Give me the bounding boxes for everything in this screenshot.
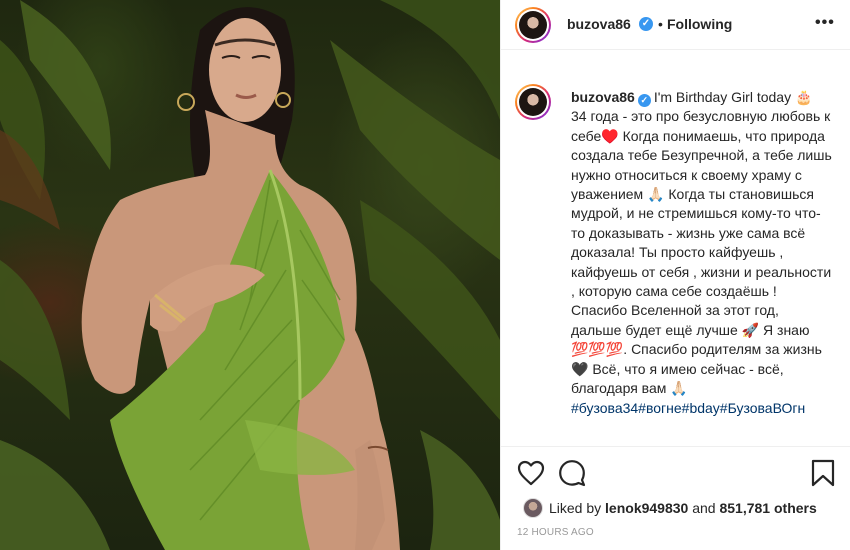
liker-avatar[interactable] (523, 498, 543, 518)
comment-bubble-icon[interactable] (558, 459, 586, 487)
verified-badge-icon: ✓ (639, 17, 653, 31)
bookmark-icon[interactable] (811, 459, 835, 487)
header-username[interactable]: buzova86 (567, 16, 631, 32)
post-details-panel: buzova86 ✓ • Following ••• buzova86 ✓ I'm … (500, 0, 850, 550)
photo-illustration (0, 0, 500, 550)
liker-username[interactable]: lenok949830 (605, 500, 688, 516)
avatar-image (519, 11, 547, 39)
comments-section: buzova86 ✓ I'm Birthday Girl today 🎂 34 го… (501, 50, 850, 445)
verified-badge-icon: ✓ (637, 94, 651, 107)
more-options-icon[interactable]: ••• (815, 14, 835, 32)
face (209, 18, 281, 122)
heart-outline-icon[interactable] (517, 460, 545, 486)
caption-avatar[interactable] (515, 84, 551, 120)
avatar-image (519, 88, 547, 116)
post-timestamp[interactable]: 12 HOURS AGO (517, 527, 594, 538)
following-button[interactable]: Following (667, 16, 732, 32)
post-caption: buzova86 ✓ I'm Birthday Girl today 🎂 34 го… (571, 88, 833, 418)
separator-dot: • (658, 16, 663, 32)
caption-text: I'm Birthday Girl today 🎂 34 года - это … (571, 89, 832, 397)
caption-username[interactable]: buzova86 (571, 89, 635, 105)
avatar[interactable] (515, 7, 551, 43)
likes-summary: Liked by lenok949830 and 851,781 others (523, 498, 817, 518)
likes-conjunction: and (692, 500, 716, 516)
likes-count-link[interactable]: 851,781 others (719, 500, 816, 516)
post-header: buzova86 ✓ • Following ••• (501, 0, 850, 50)
caption-hashtags[interactable]: #бузова34#вогне#bday#БузоваВОгн (571, 400, 805, 416)
post-photo[interactable] (0, 0, 500, 550)
likes-prefix: Liked by (549, 500, 602, 516)
post-actions: Liked by lenok949830 and 851,781 others … (501, 446, 850, 550)
